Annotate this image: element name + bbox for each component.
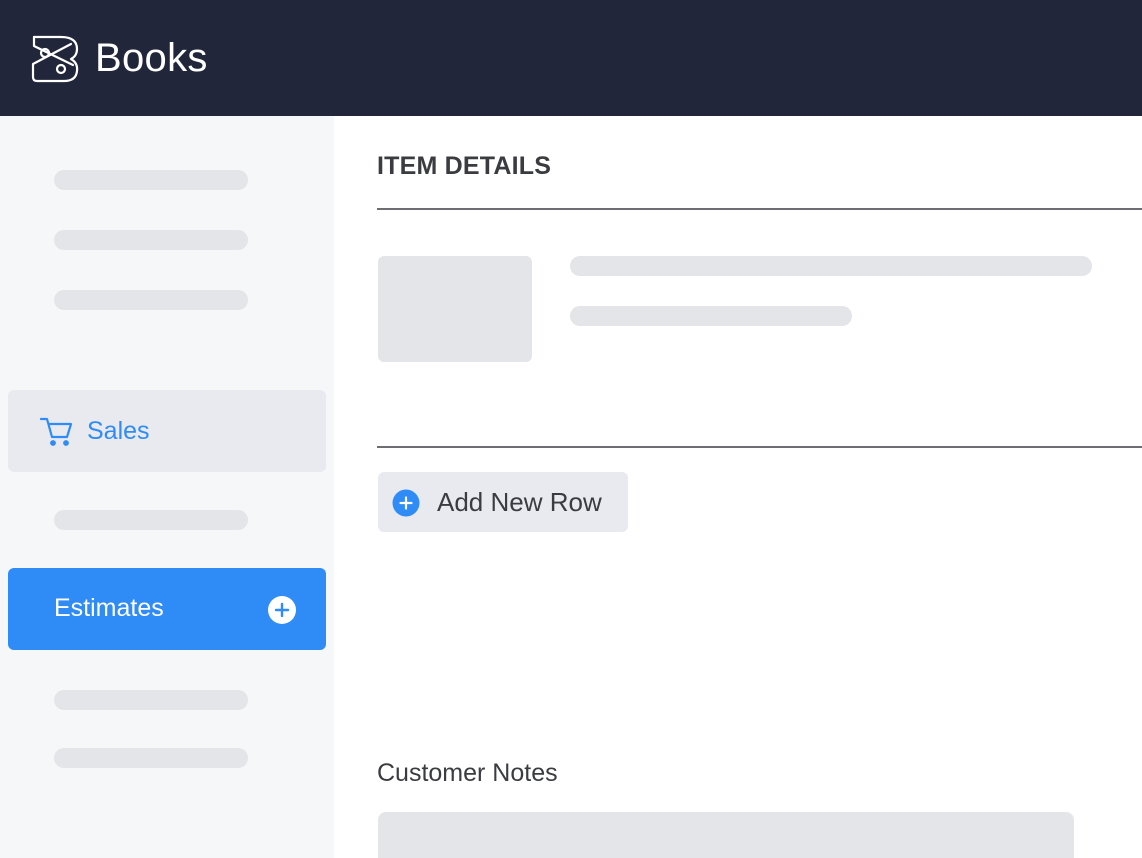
sidebar-placeholder (54, 748, 248, 768)
sidebar-placeholder (54, 290, 248, 310)
sidebar-placeholder (54, 170, 248, 190)
sidebar-item-label: Estimates (54, 594, 164, 622)
plus-circle-icon[interactable] (267, 595, 297, 625)
top-bar: Books (0, 0, 1142, 116)
add-new-row-label: Add New Row (437, 487, 602, 517)
sidebar-placeholder (54, 230, 248, 250)
cart-icon (39, 417, 73, 446)
add-new-row-button[interactable]: Add New Row (378, 472, 628, 532)
divider (377, 208, 1142, 210)
item-name-placeholder (570, 256, 1092, 276)
customer-notes-field[interactable] (378, 812, 1074, 858)
sidebar-item-estimates[interactable]: Estimates (8, 568, 326, 650)
main-content: ITEM DETAILS Add New Row Customer Notes (334, 116, 1142, 858)
app-title: Books (95, 36, 208, 80)
sidebar-item-label: Sales (87, 417, 150, 445)
plus-circle-icon (392, 489, 420, 517)
sidebar-placeholder (54, 510, 248, 530)
sidebar-item-sales[interactable]: Sales (8, 390, 326, 472)
sidebar: Sales Estimates (0, 116, 334, 858)
item-details-title: ITEM DETAILS (377, 152, 552, 180)
item-image-placeholder (378, 256, 532, 362)
customer-notes-label: Customer Notes (377, 759, 558, 787)
books-logo-icon[interactable] (31, 34, 81, 84)
divider (377, 446, 1142, 448)
item-description-placeholder (570, 306, 852, 326)
sidebar-placeholder (54, 690, 248, 710)
